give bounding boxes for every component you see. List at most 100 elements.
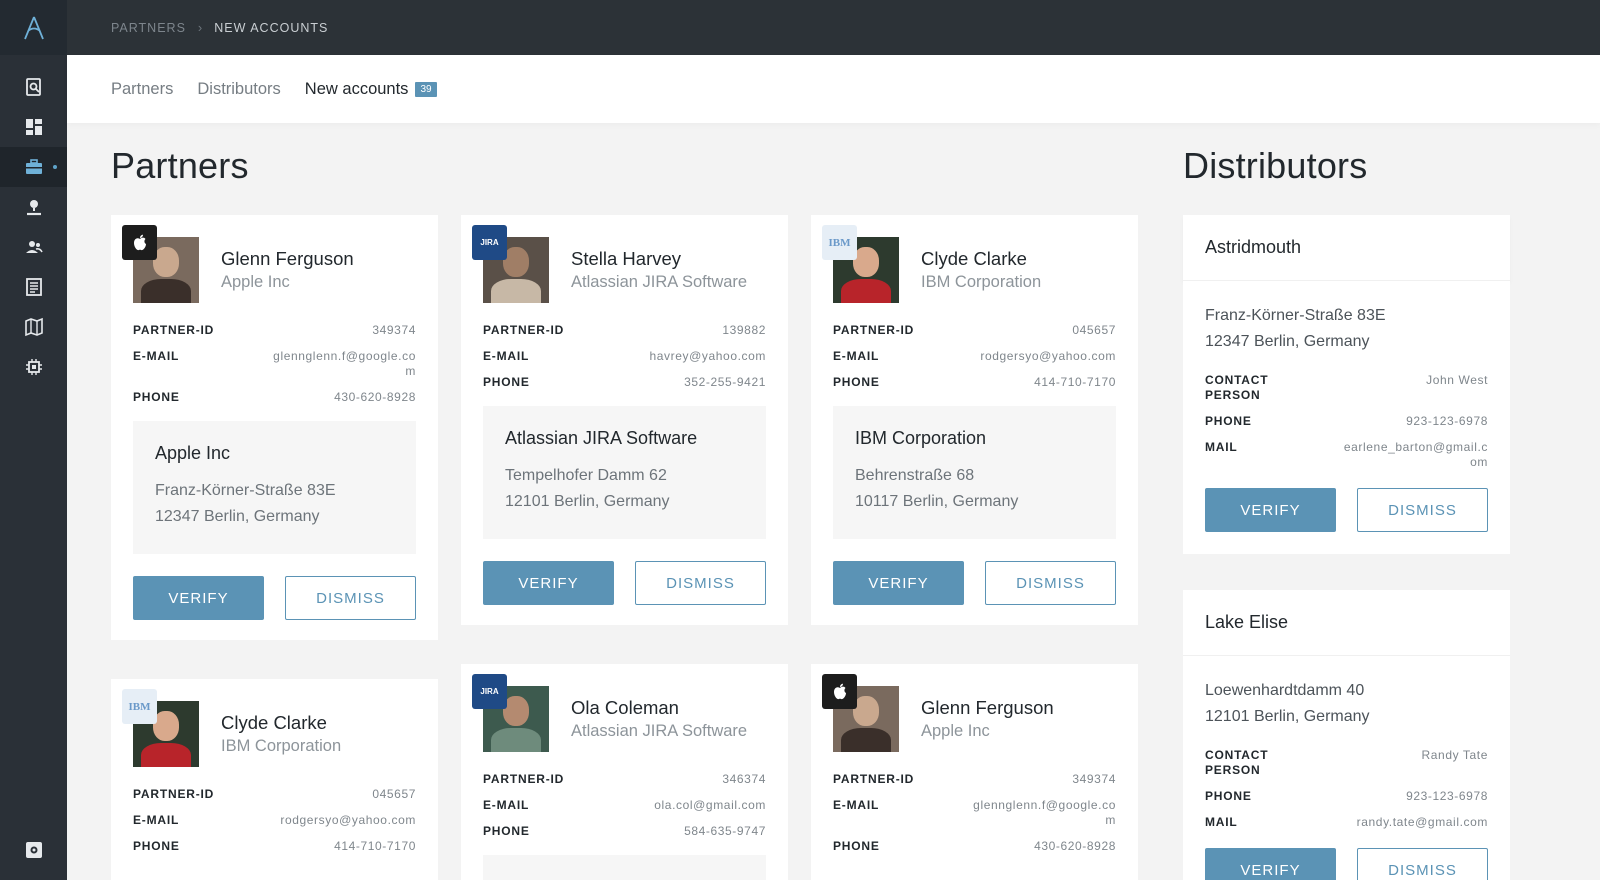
mail-label: MAIL [1205,815,1238,829]
partner-id-label: PARTNER-ID [483,772,565,786]
settings-icon[interactable] [0,830,67,870]
partner-card: JIRA Stella Harvey Atlassian JIRA Softwa… [461,215,788,625]
person-name: Clyde Clarke [221,712,327,733]
breadcrumb: PARTNERS › NEW ACCOUNTS [67,0,1600,55]
tab-distributors[interactable]: Distributors [197,80,280,99]
partners-title: Partners [111,145,249,186]
phone-label: PHONE [833,375,880,389]
search-document-icon[interactable] [0,67,67,107]
email-value[interactable]: rodgersyo@yahoo.com [980,349,1116,364]
dismiss-button[interactable]: DISMISS [985,561,1116,605]
phone-label: PHONE [483,375,530,389]
mail-label: MAIL [1205,440,1238,454]
phone-value: 414-710-7170 [334,839,416,853]
phone-value: 923-123-6978 [1406,789,1488,803]
email-value[interactable]: havrey@yahoo.com [650,349,767,364]
tab-partners[interactable]: Partners [111,80,173,99]
partner-id-label: PARTNER-ID [133,323,215,337]
app-logo-icon[interactable] [0,0,67,55]
email-value[interactable]: glennglenn.f@google.com [966,798,1116,828]
phone-value: 414-710-7170 [1034,375,1116,389]
email-value[interactable]: ola.col@gmail.com [654,798,766,813]
partner-id-value: 045657 [1072,323,1116,337]
company-name: Atlassian JIRA Software [571,273,748,291]
briefcase-icon[interactable] [0,147,67,187]
distributor-card: Astridmouth Franz-Körner-Straße 83E 1234… [1183,215,1510,554]
partner-card: Glenn Ferguson Apple Inc PARTNER-ID 34937… [811,664,1138,880]
dismiss-button[interactable]: DISMISS [285,576,416,620]
company-name: Atlassian JIRA Software [571,722,748,740]
verify-button[interactable]: VERIFY [133,576,264,620]
person-name: Glenn Ferguson [921,697,1054,718]
contact-person-value: Randy Tate [1421,748,1488,762]
verify-button[interactable]: VERIFY [1205,488,1336,532]
contact-person-label: CONTACT PERSON [1205,373,1269,402]
phone-value: 352-255-9421 [684,375,766,389]
partner-id-label: PARTNER-ID [833,772,915,786]
phone-value: 430-620-8928 [334,390,416,404]
person-name: Stella Harvey [571,248,682,269]
partner-id-label: PARTNER-ID [133,787,215,801]
email-label: E-MAIL [483,798,530,812]
partner-card: IBM Clyde Clarke IBM Corporation PARTNER… [811,215,1138,625]
mail-value[interactable]: randy.tate@gmail.com [1357,815,1488,830]
contact-person-value: John West [1426,373,1488,387]
ibm-icon: IBM [122,689,157,724]
tab-new-accounts[interactable]: New accounts 39 [305,80,437,99]
company-name: IBM Corporation [221,737,342,755]
distributor-name: Lake Elise [1183,590,1510,656]
email-value[interactable]: glennglenn.f@google.com [266,349,416,379]
verify-button[interactable]: VERIFY [483,561,614,605]
partner-id-label: PARTNER-ID [483,323,565,337]
verify-button[interactable]: VERIFY [833,561,964,605]
company-name: Apple Inc [921,722,990,740]
map-icon[interactable] [0,307,67,347]
company-name: Apple Inc [221,273,290,291]
email-label: E-MAIL [133,349,180,363]
address-title: Atlassian JIRA Software [505,428,698,448]
active-indicator [53,165,57,169]
breadcrumb-partners[interactable]: PARTNERS [111,21,186,35]
email-label: E-MAIL [833,349,880,363]
apple-icon [822,674,857,709]
chevron-right-icon: › [197,20,203,35]
address-line: Behrenstraße 68 [855,467,975,484]
phone-label: PHONE [833,839,880,853]
person-name: Ola Coleman [571,697,679,718]
phone-label: PHONE [1205,414,1252,428]
address-box: Atlassian JIRA Software Tempelhofer Damm… [483,406,766,539]
email-value[interactable]: rodgersyo@yahoo.com [280,813,416,828]
address-line: 12347 Berlin, Germany [1205,333,1370,350]
partner-card: IBM Clyde Clarke IBM Corporation PARTNER… [111,679,438,880]
jira-icon: JIRA [472,674,507,709]
sidebar [0,0,67,880]
dashboard-icon[interactable] [0,107,67,147]
address-line: 12101 Berlin, Germany [505,493,670,510]
email-label: E-MAIL [483,349,530,363]
partner-id-value: 349374 [372,323,416,337]
partner-id-value: 045657 [372,787,416,801]
partner-id-value: 346374 [722,772,766,786]
address-box: Apple Inc Franz-Körner-Straße 83E 12347 … [133,421,416,554]
address-title: Apple Inc [155,443,231,463]
dismiss-button[interactable]: DISMISS [1357,488,1488,532]
ibm-icon: IBM [822,225,857,260]
address-line: 10117 Berlin, Germany [855,493,1019,510]
company-name: IBM Corporation [921,273,1042,291]
verify-button[interactable]: VERIFY [1205,848,1336,880]
users-icon[interactable] [0,227,67,267]
list-document-icon[interactable] [0,267,67,307]
email-label: E-MAIL [133,813,180,827]
phone-value: 430-620-8928 [1034,839,1116,853]
mail-value[interactable]: earlene_barton@gmail.com [1338,440,1488,470]
address-box [483,855,766,880]
email-label: E-MAIL [833,798,880,812]
distributor-card: Lake Elise Loewenhardtdamm 40 12101 Berl… [1183,590,1510,880]
phone-label: PHONE [483,824,530,838]
dismiss-button[interactable]: DISMISS [635,561,766,605]
person-name: Glenn Ferguson [221,248,354,269]
dismiss-button[interactable]: DISMISS [1357,848,1488,880]
apple-icon [122,225,157,260]
chip-icon[interactable] [0,347,67,387]
location-icon[interactable] [0,187,67,227]
